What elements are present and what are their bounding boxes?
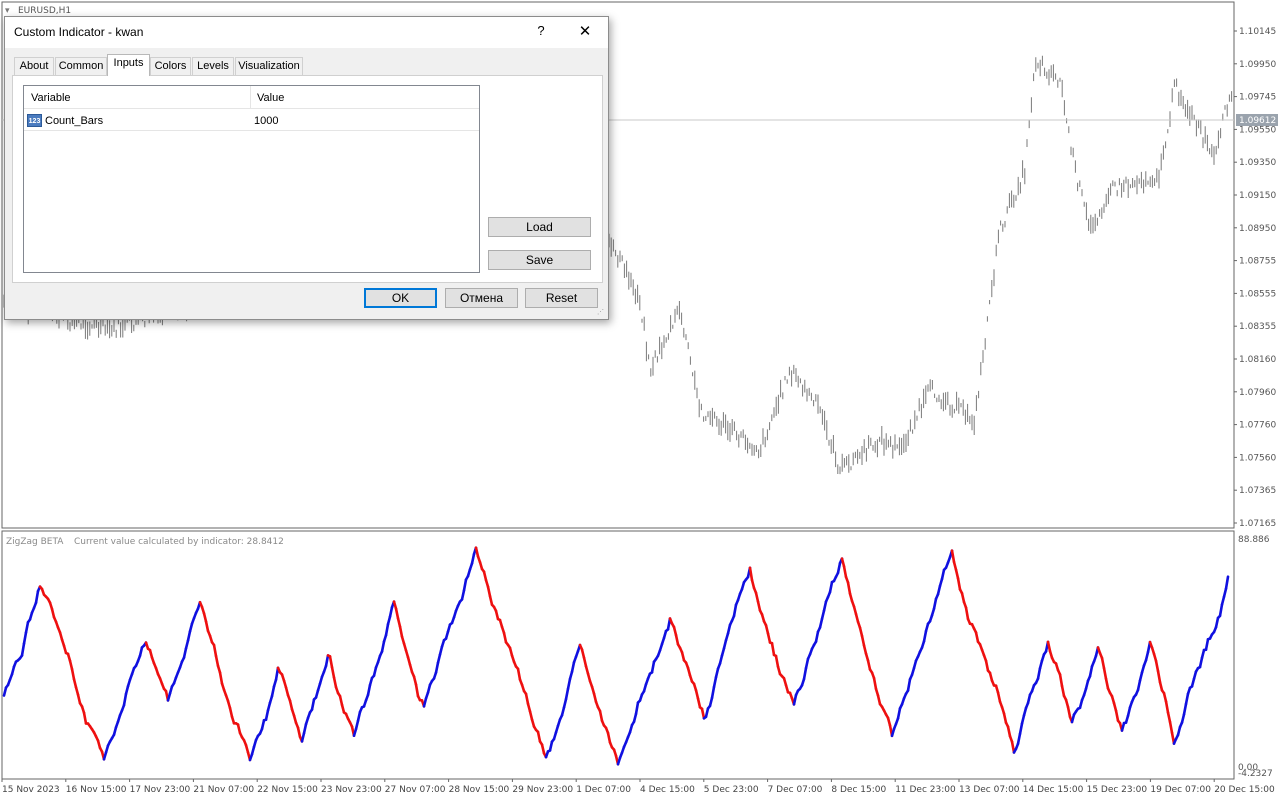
- inputs-table[interactable]: Variable Value 123 Count_Bars 1000: [23, 85, 480, 273]
- indicator-name: ZigZag BETA: [6, 537, 64, 547]
- price-axis-label: 1.07365: [1239, 486, 1276, 496]
- time-axis-label: 15 Dec 23:00: [1087, 785, 1148, 795]
- cancel-button[interactable]: Отмена: [445, 288, 518, 308]
- price-axis-label: 1.09950: [1239, 60, 1276, 70]
- price-axis-label: 1.07760: [1239, 421, 1276, 431]
- row-value-count-bars[interactable]: 1000: [254, 115, 278, 127]
- tab-common[interactable]: Common: [55, 57, 107, 75]
- column-header-value[interactable]: Value: [257, 92, 284, 104]
- close-icon[interactable]: ✕: [573, 22, 597, 42]
- time-axis: 15 Nov 2023 16 Nov 15:00 17 Nov 23:00 21 No…: [1, 779, 1275, 795]
- price-axis-label: 1.07960: [1239, 388, 1276, 398]
- sub-axis-max: 88.886: [1238, 535, 1270, 545]
- time-axis-label: 11 Dec 23:00: [895, 785, 956, 795]
- price-axis-label: 1.08555: [1239, 289, 1276, 299]
- time-axis-label: 8 Dec 15:00: [831, 785, 886, 795]
- tab-colors[interactable]: Colors: [150, 57, 191, 75]
- tab-about[interactable]: About: [14, 57, 54, 75]
- current-price-label: 1.09612: [1239, 116, 1276, 126]
- time-axis-label: 21 Nov 07:00: [193, 785, 254, 795]
- column-header-variable[interactable]: Variable: [31, 92, 71, 104]
- indicator-value-text: Current value calculated by indicator: 2…: [74, 537, 284, 547]
- time-axis-label: 16 Nov 15:00: [66, 785, 127, 795]
- time-axis-label: 22 Nov 15:00: [257, 785, 318, 795]
- price-axis-label: 1.09150: [1239, 191, 1276, 201]
- load-button[interactable]: Load: [488, 217, 591, 237]
- column-divider[interactable]: [250, 86, 251, 108]
- price-axis: 1.10145 1.09950 1.09745 1.09550 1.09350 1.091…: [1234, 27, 1276, 529]
- price-axis-label: 1.10145: [1239, 27, 1276, 37]
- price-axis-label: 1.07165: [1239, 519, 1276, 529]
- time-axis-label: 19 Dec 07:00: [1150, 785, 1211, 795]
- time-axis-label: 29 Nov 23:00: [512, 785, 573, 795]
- chart-tab-arrow-icon[interactable]: ▾: [5, 6, 10, 16]
- row-variable-count-bars[interactable]: Count_Bars: [45, 115, 103, 127]
- dialog-title: Custom Indicator - kwan: [14, 25, 144, 39]
- time-axis-label: 1 Dec 07:00: [576, 785, 631, 795]
- reset-button[interactable]: Reset: [525, 288, 598, 308]
- time-axis-label: 23 Nov 23:00: [321, 785, 382, 795]
- price-axis-label: 1.09745: [1239, 93, 1276, 103]
- time-axis-label: 28 Nov 15:00: [449, 785, 510, 795]
- time-axis-label: 17 Nov 23:00: [130, 785, 191, 795]
- price-axis-label: 1.09350: [1239, 158, 1276, 168]
- sub-axis-min: -4.2327: [1238, 769, 1273, 779]
- time-axis-label: 5 Dec 23:00: [704, 785, 759, 795]
- resize-grip-icon[interactable]: ⋰: [597, 308, 605, 316]
- price-axis-label: 1.09550: [1239, 125, 1276, 135]
- time-axis-label: 13 Dec 07:00: [959, 785, 1020, 795]
- sub-chart-area[interactable]: [1, 530, 1235, 780]
- help-icon[interactable]: ?: [533, 23, 549, 41]
- price-axis-label: 1.07560: [1239, 453, 1276, 463]
- chart-tab-label[interactable]: EURUSD,H1: [18, 6, 71, 16]
- time-axis-label: 27 Nov 07:00: [385, 785, 446, 795]
- price-axis-label: 1.08355: [1239, 322, 1276, 332]
- tab-visualization[interactable]: Visualization: [235, 57, 303, 75]
- header-divider: [24, 108, 479, 109]
- time-axis-label: 15 Nov 2023: [2, 785, 60, 795]
- time-axis-label: 14 Dec 15:00: [1023, 785, 1084, 795]
- save-button[interactable]: Save: [488, 250, 591, 270]
- ok-button[interactable]: OK: [364, 288, 437, 308]
- custom-indicator-dialog: Custom Indicator - kwan ? ✕ About Common…: [4, 16, 609, 320]
- row-divider: [24, 130, 479, 131]
- price-axis-label: 1.08950: [1239, 224, 1276, 234]
- time-axis-label: 4 Dec 15:00: [640, 785, 695, 795]
- price-axis-label: 1.08755: [1239, 257, 1276, 267]
- tab-inputs[interactable]: Inputs: [107, 54, 150, 76]
- time-axis-label: 20 Dec 15:00: [1214, 785, 1275, 795]
- price-axis-label: 1.08160: [1239, 355, 1276, 365]
- numeric-type-icon: 123: [27, 114, 42, 127]
- tab-levels[interactable]: Levels: [192, 57, 234, 75]
- dialog-titlebar[interactable]: Custom Indicator - kwan ? ✕: [5, 17, 608, 48]
- time-axis-label: 7 Dec 07:00: [768, 785, 823, 795]
